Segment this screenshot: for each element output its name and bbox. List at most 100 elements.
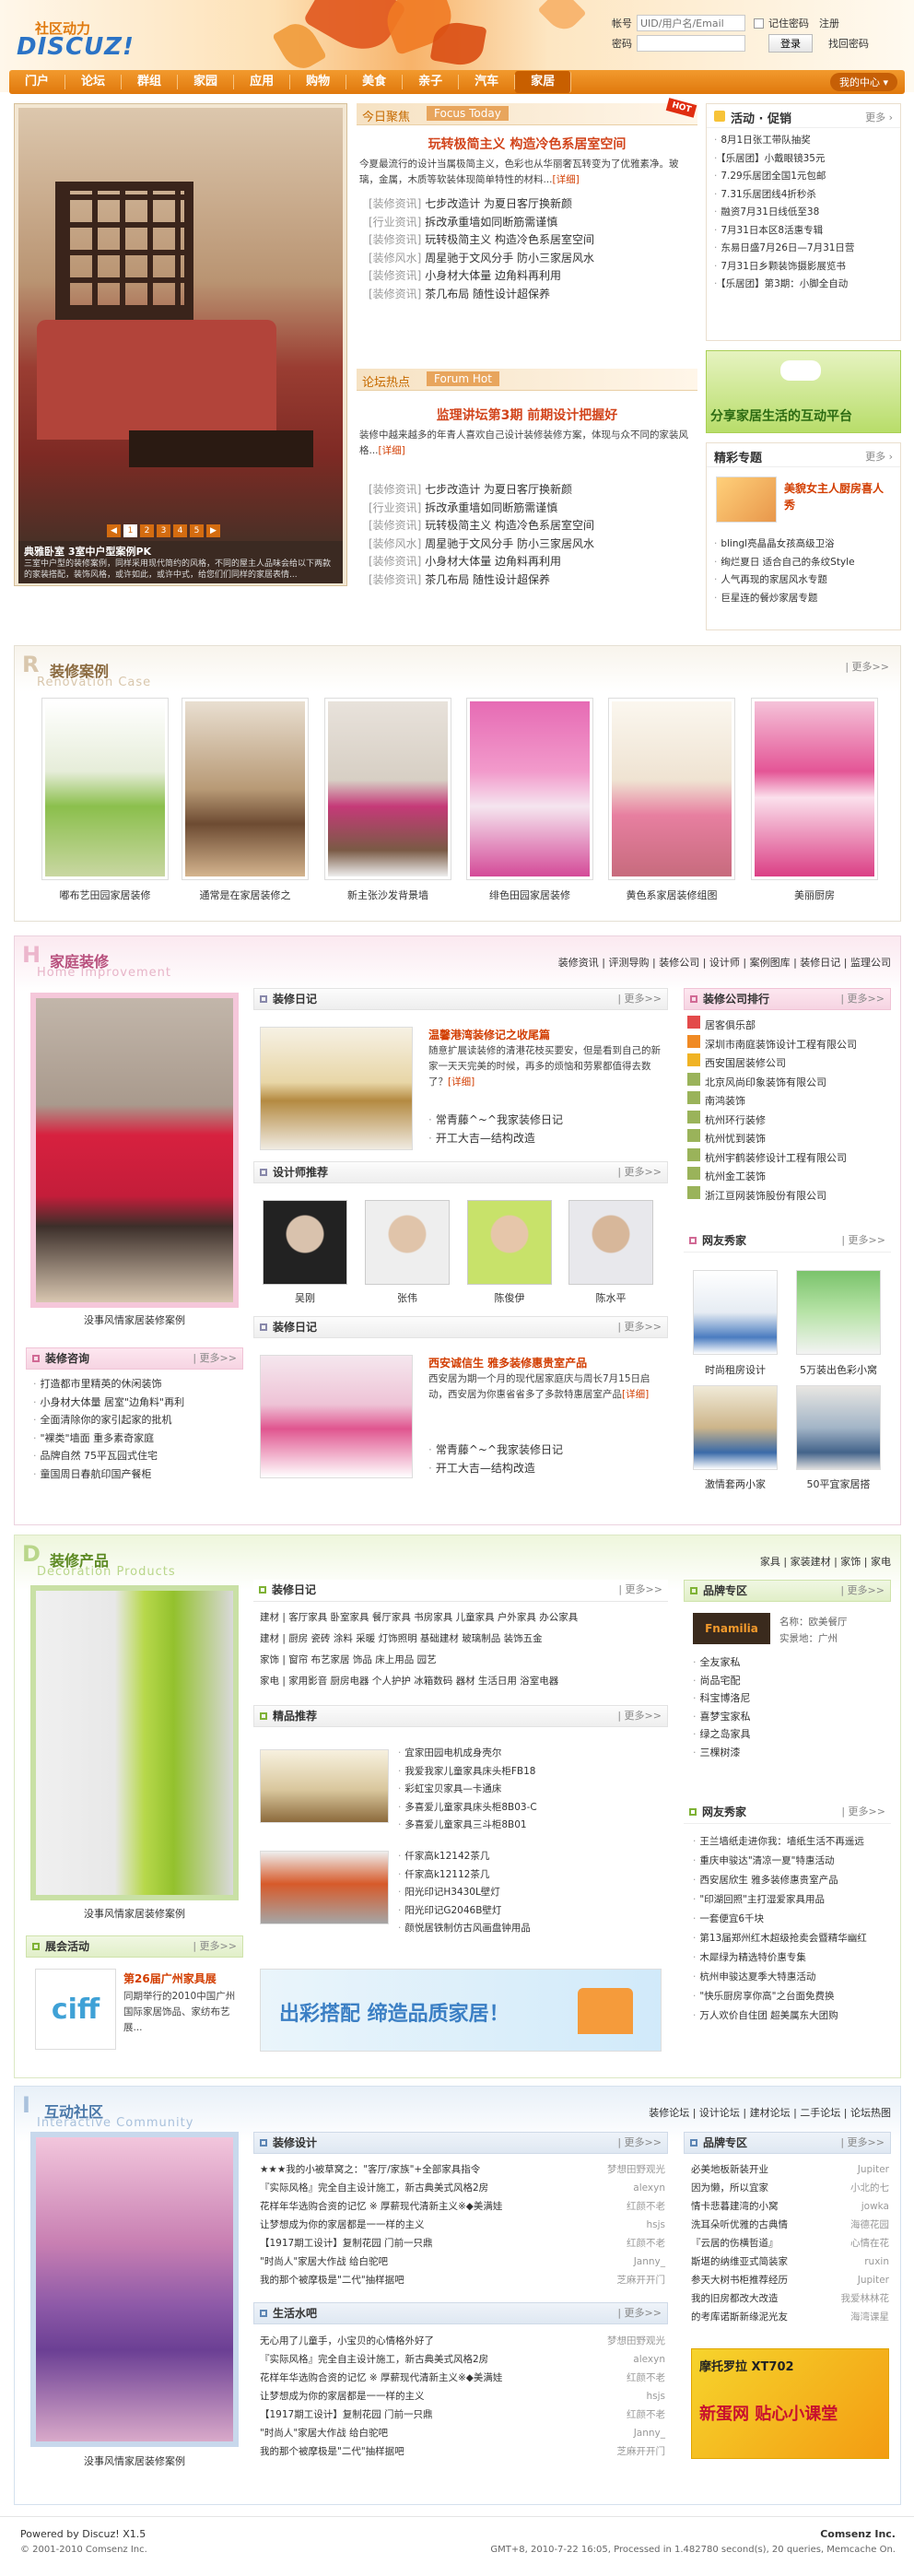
- post-author[interactable]: Jupiter: [858, 2160, 889, 2179]
- newegg-banner[interactable]: 摩托罗拉 XT702 新蛋网 贴心小课堂: [691, 2348, 889, 2459]
- designer-name[interactable]: 陈俊伊: [467, 1290, 552, 1305]
- products-show-more-link[interactable]: | 更多>>: [841, 1802, 885, 1822]
- case-photo[interactable]: [466, 698, 593, 880]
- rank-item[interactable]: 杭州金工装饰: [687, 1167, 890, 1186]
- rank-more-link[interactable]: | 更多>>: [840, 989, 885, 1009]
- designer-photo[interactable]: [467, 1200, 552, 1285]
- news-item[interactable]: [装修资讯] 茶几布局 随性设计超保养: [369, 286, 696, 304]
- nav-groups[interactable]: 群组: [122, 75, 179, 89]
- brand-item[interactable]: 喜梦宝家私: [693, 1708, 886, 1726]
- show-caption[interactable]: 时尚租房设计: [684, 1362, 787, 1377]
- brand-more-link[interactable]: | 更多>>: [840, 1581, 885, 1601]
- community-left-photo[interactable]: [30, 2132, 239, 2447]
- show-caption[interactable]: 5万装出色彩小窝: [787, 1362, 890, 1377]
- news-item[interactable]: [装修资讯] 玩转极简主义 构造冷色系居室空间: [369, 517, 696, 535]
- post-author[interactable]: 芝麻开开门: [617, 2442, 666, 2461]
- news-item[interactable]: [装修风水] 周星驰于文风分手 防小三家居风水: [369, 535, 696, 554]
- products-show-item[interactable]: 重庆申骏达"清凉一夏"特惠活动: [693, 1852, 891, 1871]
- tag-line[interactable]: 家饰 | 窗帘 布艺家居 饰品 床上用品 园艺: [260, 1650, 665, 1671]
- pick-item[interactable]: 仟家高k12142茶几: [398, 1848, 661, 1866]
- promo-item[interactable]: 融资7月31日线低至38: [714, 204, 893, 222]
- post-author[interactable]: 我爱林林花: [841, 2289, 890, 2308]
- headline-2[interactable]: 监理讲坛第3期 前期设计把握好: [357, 406, 697, 424]
- case-caption[interactable]: 黄色系家居装修组图: [603, 888, 740, 902]
- post-row[interactable]: 让梦想成为你的家居都是一一样的主义 hsjs: [260, 2387, 665, 2405]
- pager-page[interactable]: 2: [140, 524, 154, 537]
- products-show-item[interactable]: 杭州申骏达夏季大特惠活动: [693, 1968, 891, 1987]
- diary2-more-link[interactable]: | 更多>>: [617, 1317, 662, 1337]
- pick-item[interactable]: 仟家高k12112茶几: [398, 1866, 661, 1885]
- diary-photo[interactable]: [260, 1027, 413, 1150]
- activity-more-link[interactable]: | 更多>>: [193, 1936, 237, 1957]
- pick-item[interactable]: 彩虹宝贝家具—卡通床: [398, 1781, 661, 1799]
- post-author[interactable]: Janny_: [634, 2424, 665, 2442]
- nav-shopping[interactable]: 购物: [290, 75, 347, 89]
- life-more-link[interactable]: | 更多>>: [617, 2303, 662, 2323]
- pick-item[interactable]: 阳光印记H3430L壁灯: [398, 1884, 661, 1902]
- post-row[interactable]: 让梦想成为你的家居都是一一样的主义 hsjs: [260, 2216, 665, 2234]
- diary-item[interactable]: 开工大吉—结构改造: [428, 1130, 659, 1148]
- post-row[interactable]: 【1917期工设计】复制花园 门前一只鼎 红颜不老: [260, 2405, 665, 2424]
- post-author[interactable]: Janny_: [634, 2253, 665, 2271]
- rank-item[interactable]: 西安国居装修公司: [687, 1053, 890, 1073]
- designer-name[interactable]: 吴刚: [263, 1290, 347, 1305]
- rank-item[interactable]: 南鸿装饰: [687, 1091, 890, 1111]
- featured-item[interactable]: 巨星连的餐炒家居专题: [714, 590, 898, 608]
- slide-title[interactable]: 典雅卧室 3室中户型案例PK: [24, 544, 337, 559]
- post-row[interactable]: 我的那个被摩极是"二代"抽样据吧 芝麻开开门: [260, 2442, 665, 2461]
- products-diary-more-link[interactable]: | 更多>>: [618, 1580, 662, 1600]
- news-item[interactable]: [装修资讯] 茶几布局 随性设计超保养: [369, 571, 696, 590]
- featured-item[interactable]: 人气再现的家居风水专题: [714, 571, 898, 590]
- promo-item[interactable]: 东易日盛7月26日—7月31日营: [714, 240, 893, 258]
- post-author[interactable]: 小北的七: [850, 2179, 889, 2197]
- post-author[interactable]: 红颜不老: [627, 2234, 665, 2253]
- post-row[interactable]: 花样年华选购合资的记忆 ※ 厚薪现代清新主义※◆美满娃 红颜不老: [260, 2369, 665, 2387]
- products-left-caption[interactable]: 没事风情家居装修案例: [30, 1906, 239, 1921]
- company[interactable]: Comsenz Inc.: [820, 2528, 896, 2540]
- post-row[interactable]: "时尚人"家居大作战 给白驼吧 Janny_: [260, 2253, 665, 2271]
- case-caption[interactable]: 嘟布艺田园家居装修: [37, 888, 173, 902]
- activity-headline[interactable]: 第26届广州家具展: [123, 1970, 217, 1986]
- rank-item[interactable]: 居客俱乐部: [687, 1016, 890, 1035]
- slide-image[interactable]: [18, 108, 343, 541]
- quality-home-banner[interactable]: 出彩搭配 缔造品质家居！: [260, 1969, 662, 2052]
- post-row[interactable]: 『实际风格』完全自主设计施工，新古典美式风格2房 alexyn: [260, 2350, 665, 2369]
- my-center-button[interactable]: 我的中心 ▾: [829, 73, 897, 91]
- products-show-item[interactable]: 第13届郑州红木超级抢卖会暨精华幽红: [693, 1929, 891, 1948]
- promo-item[interactable]: 【乐居团】小戴眼镜35元: [714, 150, 893, 169]
- show-photo[interactable]: [796, 1270, 881, 1355]
- post-author[interactable]: 心情在花: [850, 2234, 889, 2253]
- nav-auto[interactable]: 汽车: [459, 75, 516, 89]
- featured-headline[interactable]: 美貌女主人厨房喜人秀: [784, 480, 893, 513]
- post-row[interactable]: 花样年华选购合资的记忆 ※ 厚薪现代清新主义※◆美满娃 红颜不老: [260, 2197, 665, 2216]
- diary2-photo[interactable]: [260, 1355, 413, 1478]
- rank-item[interactable]: 杭州忧到装饰: [687, 1129, 890, 1148]
- post-row[interactable]: 无心用了儿童手，小宝贝的心情格外好了 梦想田野观光: [260, 2332, 665, 2350]
- designer-photo[interactable]: [263, 1200, 347, 1285]
- post-row[interactable]: 我的那个被摩极是"二代"抽样据吧 芝麻开开门: [260, 2271, 665, 2289]
- post-row[interactable]: 斯堪的纳维亚式简装家 ruxin: [691, 2253, 889, 2271]
- post-row[interactable]: "时尚人"家居大作战 给白驼吧 Janny_: [260, 2424, 665, 2442]
- post-author[interactable]: ruxin: [864, 2253, 889, 2271]
- show-photo[interactable]: [796, 1385, 881, 1470]
- diary-more-link[interactable]: | 更多>>: [617, 989, 662, 1009]
- post-row[interactable]: 必美地板新装开业 Jupiter: [691, 2160, 889, 2179]
- featured-more-link[interactable]: 更多 ›: [865, 449, 893, 464]
- remember-checkbox[interactable]: [754, 18, 764, 29]
- pager-page[interactable]: 4: [173, 524, 187, 537]
- nav-forum[interactable]: 论坛: [65, 75, 123, 89]
- nav-apps[interactable]: 应用: [234, 75, 291, 89]
- news-item[interactable]: [装修资讯] 小身材大体量 边角料再利用: [369, 553, 696, 571]
- activity-logo[interactable]: ciff: [35, 1969, 116, 2050]
- post-author[interactable]: 梦想田野观光: [607, 2160, 665, 2179]
- post-author[interactable]: Jupiter: [858, 2271, 889, 2289]
- post-author[interactable]: 海湾课星: [850, 2308, 889, 2326]
- headline-2-detail-link[interactable]: [详细]: [379, 445, 405, 456]
- community-brand-more-link[interactable]: | 更多>>: [840, 2133, 885, 2153]
- designer-photo[interactable]: [568, 1200, 653, 1285]
- pick-photo[interactable]: [260, 1851, 389, 1924]
- post-author[interactable]: 海德花园: [850, 2216, 889, 2234]
- promo-item[interactable]: 7月31日乡颗装饰摄影展览书: [714, 258, 893, 276]
- consult-item[interactable]: 小身材大体量 居室"边角料"再利: [33, 1394, 241, 1412]
- pick-photo[interactable]: [260, 1749, 389, 1823]
